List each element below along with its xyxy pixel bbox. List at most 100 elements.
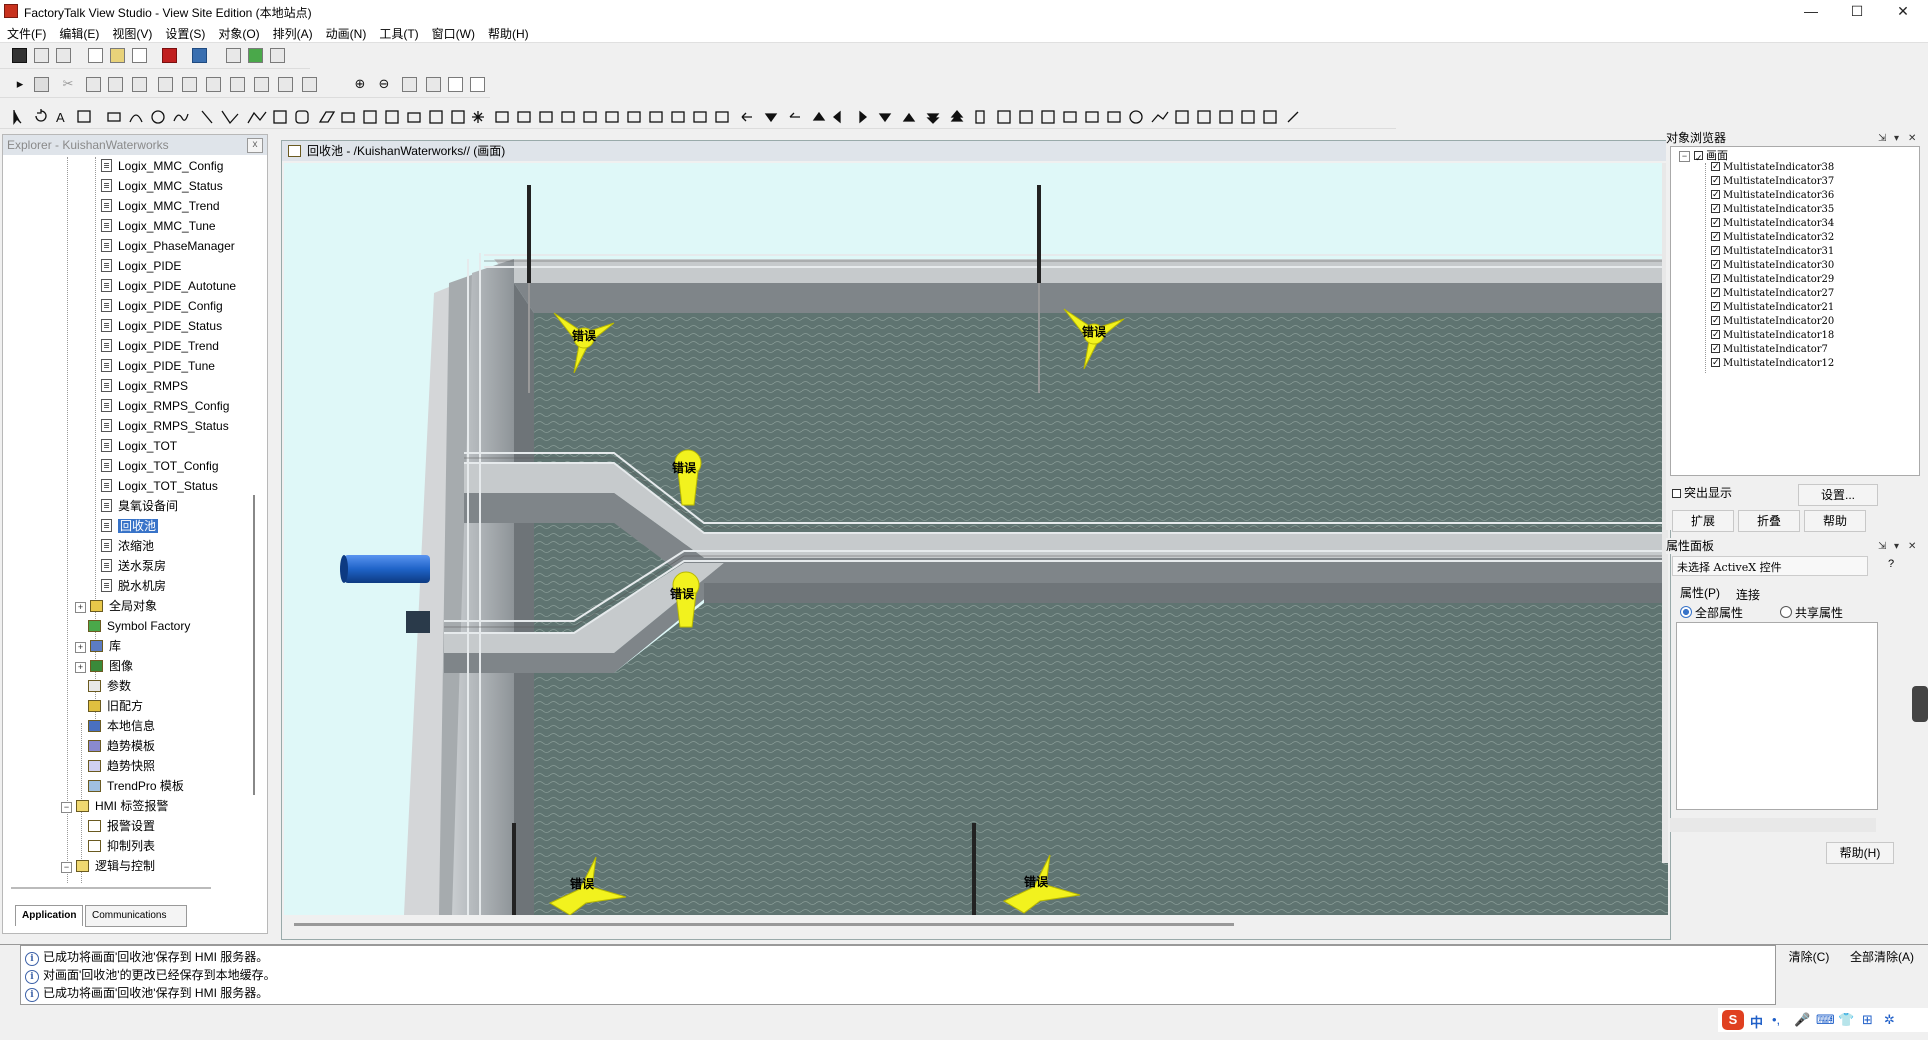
flip-icon[interactable] — [402, 77, 417, 92]
aerator-indicator[interactable]: 错误 — [994, 851, 1084, 915]
zoom-in-icon[interactable]: ⊕ — [352, 76, 368, 92]
copy-icon[interactable] — [86, 77, 101, 92]
tree-item[interactable]: TrendPro 模板 — [88, 777, 184, 795]
tree-item[interactable]: Logix_MMC_Config — [101, 157, 223, 175]
snap-icon[interactable] — [470, 77, 485, 92]
tree-item[interactable]: Logix_PIDE_Autotune — [101, 277, 236, 295]
print-icon[interactable] — [56, 48, 71, 63]
tree-item[interactable]: 本地信息 — [88, 717, 155, 735]
collapse-button[interactable]: 折叠 — [1738, 510, 1800, 532]
tree-item[interactable]: Logix_PIDE_Config — [101, 297, 223, 315]
open-icon[interactable] — [110, 48, 125, 63]
tab-communications[interactable]: Communications — [85, 905, 187, 927]
menu-file[interactable]: 文件(F) — [0, 22, 52, 42]
explorer-hscrollbar[interactable] — [11, 887, 211, 889]
tree-item[interactable]: 旧配方 — [88, 697, 143, 715]
tree-item[interactable]: Logix_PIDE_Tune — [101, 357, 215, 375]
close-button[interactable]: ✕ — [1880, 0, 1926, 22]
root-checkbox[interactable] — [1694, 149, 1703, 167]
menu-edit[interactable]: 编辑(E) — [52, 22, 105, 42]
tab-application[interactable]: Application — [15, 905, 84, 926]
tree-item[interactable]: Logix_MMC_Tune — [101, 217, 216, 235]
expand-button[interactable]: 扩展 — [1672, 510, 1734, 532]
menu-tools[interactable]: 工具(T) — [372, 22, 424, 42]
help-button[interactable]: 帮助 — [1804, 510, 1866, 532]
pin-icon[interactable]: ⇲ — [1878, 539, 1886, 555]
object-checkbox[interactable] — [1711, 160, 1720, 174]
microphone-icon[interactable]: 🎤 — [1794, 1012, 1810, 1028]
object-checkbox[interactable] — [1711, 202, 1720, 216]
tab-connections[interactable]: 连接 — [1736, 586, 1760, 603]
object-item[interactable]: MultistateIndicator35 — [1711, 202, 1834, 217]
tank-scene[interactable]: 错误 错误 错误 错误 错误 错误 — [284, 163, 1668, 915]
skin-icon[interactable]: 👕 — [1838, 1012, 1854, 1028]
ime-punctuation-icon[interactable]: •, — [1772, 1012, 1780, 1027]
object-item[interactable]: MultistateIndicator29 — [1711, 272, 1834, 287]
clear-button[interactable]: 清除(C) — [1784, 947, 1834, 967]
tree-item[interactable]: 趋势模板 — [88, 737, 155, 755]
tree-item[interactable]: Logix_PIDE — [101, 257, 181, 275]
object-item[interactable]: MultistateIndicator36 — [1711, 188, 1834, 203]
send-back-icon[interactable] — [230, 77, 245, 92]
tab-properties[interactable]: 属性(P) — [1680, 584, 1720, 601]
explorer-close-button[interactable]: x — [247, 138, 263, 153]
launch-icon[interactable] — [12, 48, 27, 63]
menu-window[interactable]: 窗口(W) — [425, 22, 481, 42]
bring-front-icon[interactable] — [206, 77, 221, 92]
object-item[interactable]: MultistateIndicator31 — [1711, 244, 1834, 259]
object-item[interactable]: MultistateIndicator12 — [1711, 356, 1834, 371]
tree-item[interactable]: 参数 — [88, 677, 131, 695]
output-message[interactable]: i 对画面'回收池'的更改已经保存到本地缓存。 — [25, 966, 276, 984]
object-checkbox[interactable] — [1711, 272, 1720, 286]
menu-arrange[interactable]: 排列(A) — [266, 22, 319, 42]
object-item[interactable]: MultistateIndicator20 — [1711, 314, 1834, 329]
menu-object[interactable]: 对象(O) — [211, 22, 265, 42]
tree-item[interactable]: Symbol Factory — [88, 617, 190, 635]
object-checkbox[interactable] — [1711, 174, 1720, 188]
tree-item[interactable]: + 图像 — [75, 657, 133, 675]
drawing-tools-icon[interactable]: A — [8, 108, 1388, 126]
object-checkbox[interactable] — [1711, 342, 1720, 356]
tree-item[interactable]: Logix_PIDE_Status — [101, 317, 222, 335]
object-checkbox[interactable] — [1711, 188, 1720, 202]
object-item[interactable]: MultistateIndicator37 — [1711, 174, 1834, 189]
object-checkbox[interactable] — [1711, 356, 1720, 370]
aerator-indicator[interactable]: 错误 — [540, 853, 630, 915]
object-checkbox[interactable] — [1711, 314, 1720, 328]
rotate-icon[interactable] — [426, 77, 441, 92]
aerator-indicator[interactable]: 错误 — [662, 563, 712, 633]
display-hscrollbar[interactable] — [294, 923, 1234, 926]
tree-item[interactable]: 浓缩池 — [101, 537, 154, 555]
explorer-scrollbar[interactable] — [253, 495, 255, 795]
object-checkbox[interactable] — [1711, 244, 1720, 258]
edit-mode-icon[interactable] — [34, 77, 49, 92]
tree-item[interactable]: Logix_RMPS_Config — [101, 397, 229, 415]
object-item[interactable]: MultistateIndicator18 — [1711, 328, 1834, 343]
tree-item[interactable]: Logix_MMC_Trend — [101, 197, 220, 215]
tree-item[interactable]: Logix_PIDE_Trend — [101, 337, 219, 355]
collapse-icon[interactable]: − — [61, 862, 72, 873]
expand-icon[interactable]: + — [75, 642, 86, 653]
tree-item[interactable]: + 全局对象 — [75, 597, 157, 615]
keyboard-icon[interactable]: ⌨ — [1816, 1012, 1835, 1028]
toolbox-icon[interactable]: ⊞ — [1862, 1012, 1873, 1028]
panel-close-icon[interactable]: ✕ — [1908, 131, 1916, 147]
ungroup-icon[interactable] — [182, 77, 197, 92]
tree-item[interactable]: Logix_MMC_Status — [101, 177, 223, 195]
tree-item[interactable]: 报警设置 — [88, 817, 155, 835]
zoom-out-icon[interactable]: ⊖ — [376, 76, 392, 92]
expand-icon[interactable]: + — [75, 602, 86, 613]
object-item[interactable]: MultistateIndicator21 — [1711, 300, 1834, 315]
binoculars-icon[interactable] — [226, 48, 241, 63]
grid-icon[interactable] — [448, 77, 463, 92]
tree-item[interactable]: 趋势快照 — [88, 757, 155, 775]
object-checkbox[interactable] — [1711, 216, 1720, 230]
object-item[interactable]: MultistateIndicator7 — [1711, 342, 1828, 357]
ime-chinese-mode[interactable]: 中 — [1750, 1012, 1763, 1031]
object-item[interactable]: MultistateIndicator27 — [1711, 286, 1834, 301]
menu-settings[interactable]: 设置(S) — [158, 22, 211, 42]
object-item[interactable]: MultistateIndicator34 — [1711, 216, 1834, 231]
align2-icon[interactable] — [278, 77, 293, 92]
maximize-button[interactable]: ☐ — [1834, 0, 1880, 22]
tree-item[interactable]: 抑制列表 — [88, 837, 155, 855]
